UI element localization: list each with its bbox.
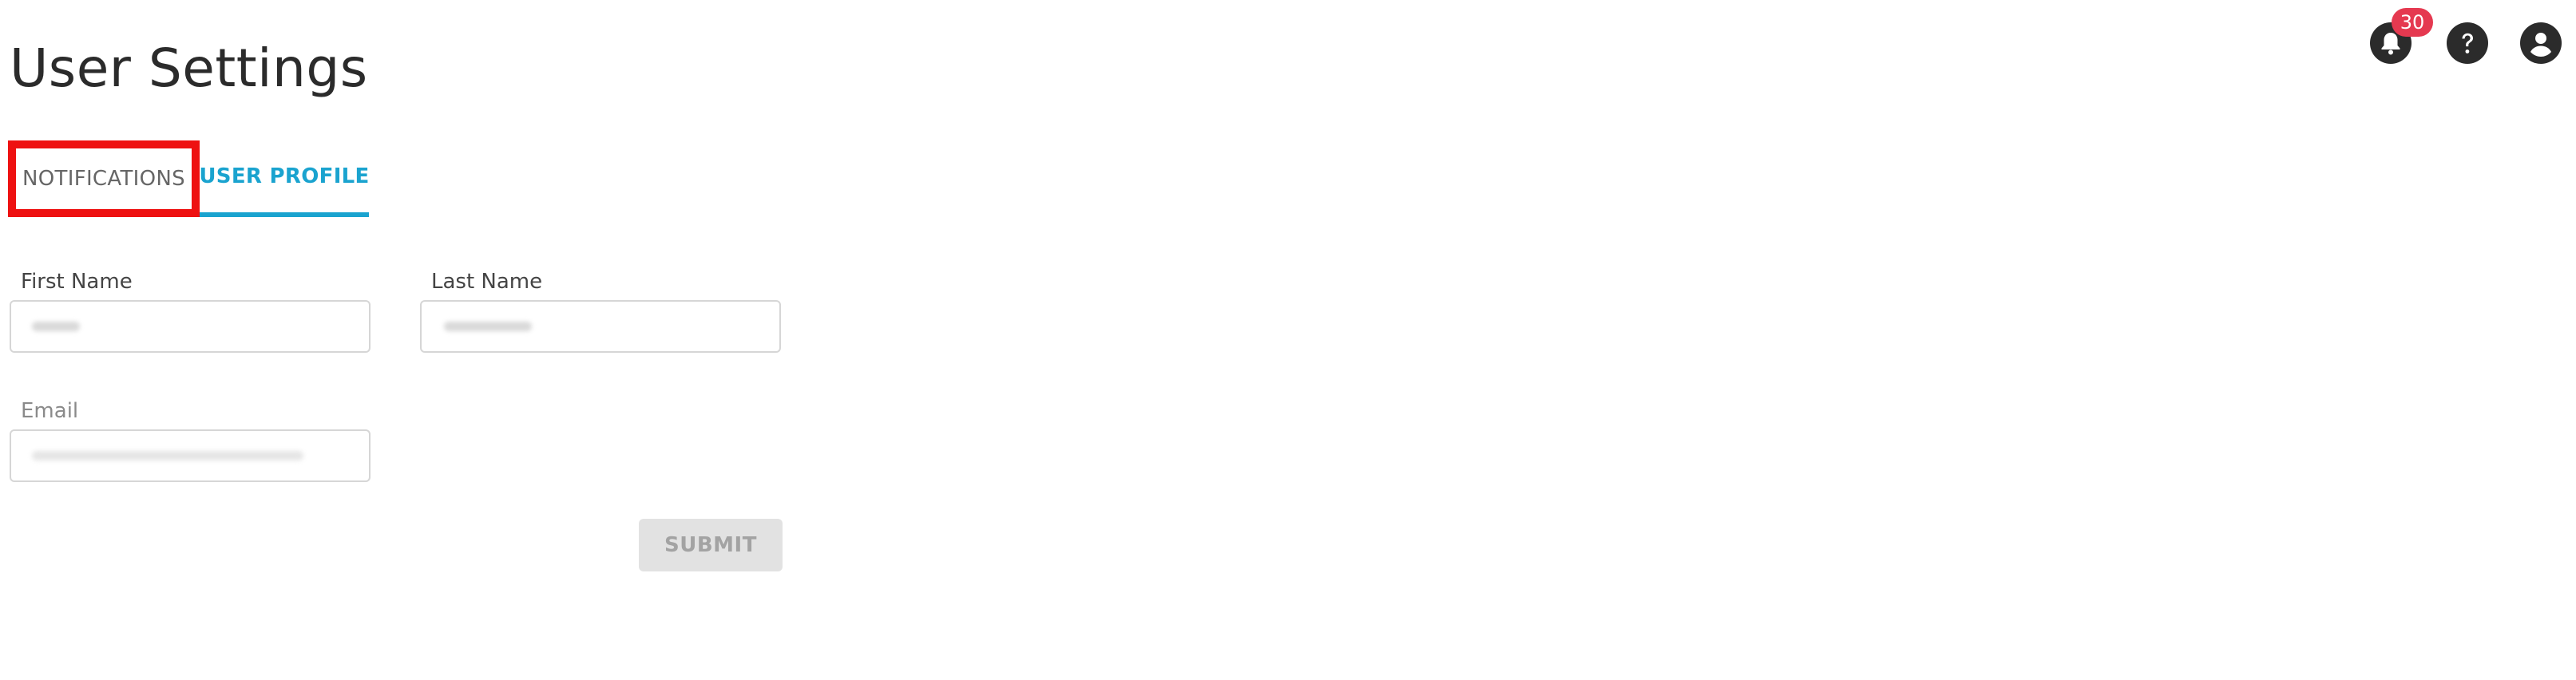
tab-notifications-label: NOTIFICATIONS bbox=[22, 167, 185, 191]
last-name-label: Last Name bbox=[431, 270, 543, 294]
settings-tabs: NOTIFICATIONS USER PROFILE bbox=[8, 140, 369, 217]
tab-notifications[interactable]: NOTIFICATIONS bbox=[8, 140, 200, 217]
first-name-label: First Name bbox=[21, 270, 133, 294]
submit-button[interactable]: SUBMIT bbox=[639, 519, 783, 571]
help-button[interactable] bbox=[2447, 22, 2488, 64]
last-name-redacted-value bbox=[444, 322, 532, 331]
tab-user-profile[interactable]: USER PROFILE bbox=[199, 140, 370, 217]
first-name-redacted-value bbox=[32, 322, 80, 331]
tab-user-profile-label: USER PROFILE bbox=[199, 164, 370, 188]
email-label: Email bbox=[21, 399, 79, 423]
help-icon bbox=[2462, 33, 2473, 53]
account-icon bbox=[2530, 33, 2551, 57]
notification-count-badge: 30 bbox=[2392, 8, 2433, 37]
account-button[interactable] bbox=[2520, 22, 2562, 64]
page-title: User Settings bbox=[10, 38, 368, 99]
email-redacted-value bbox=[32, 451, 303, 461]
